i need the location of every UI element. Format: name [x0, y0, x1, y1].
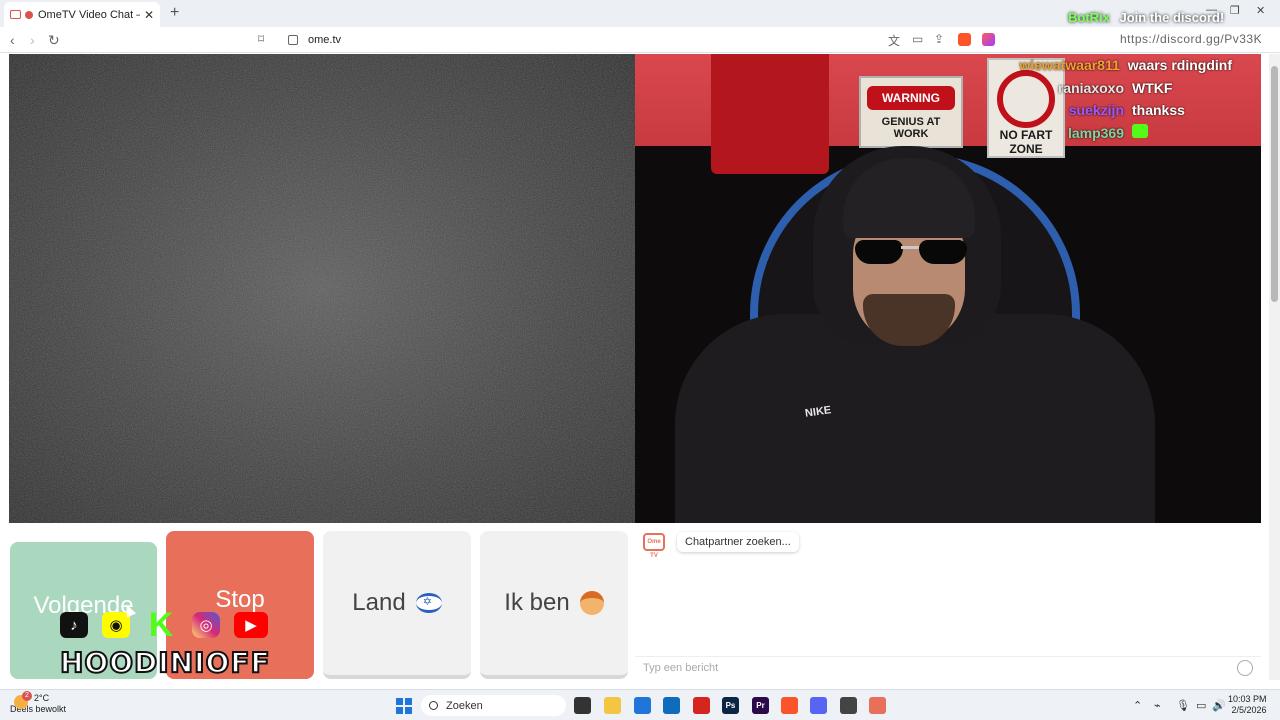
cast-icon[interactable]: ▭ [912, 32, 923, 46]
chat-username: suekzijn [1068, 102, 1124, 119]
back-icon[interactable]: ‹ [10, 32, 15, 48]
show-hidden-icons[interactable]: ⌃ [1133, 699, 1142, 712]
country-label: Land [352, 589, 406, 616]
start-icon[interactable] [396, 698, 412, 714]
brave-icon[interactable] [781, 697, 798, 714]
display-icon[interactable]: ▭ [1196, 699, 1206, 712]
bookmark-icon[interactable]: ⌑ [258, 32, 264, 46]
clock-date: 2/5/2026 [1231, 705, 1267, 715]
volume-icon[interactable]: 🔊 [1212, 699, 1226, 712]
weather-widget[interactable]: 2 2°C Deels bewolkt [10, 691, 66, 715]
message-input-bar [635, 656, 1261, 680]
chat-line: raniaxoxo WTKF [1019, 77, 1232, 100]
stream-chat-overlay: wiewatwaar811 waars rdingdinf raniaxoxo … [1019, 54, 1232, 144]
chat-username: lamp369 [1067, 124, 1124, 141]
task-view-icon[interactable] [574, 697, 591, 714]
emote-icon [1132, 124, 1148, 139]
discord-icon[interactable] [810, 697, 827, 714]
weather-badge: 2 [22, 691, 32, 701]
forward-icon[interactable]: › [30, 32, 35, 48]
message-input[interactable] [635, 657, 1225, 679]
youtube-icon: ▶ [234, 612, 268, 638]
chat-message: waars rdingdinf [1127, 57, 1232, 74]
address-bar: ‹ › ↻ ⌑ ome.tv 文 ▭ ⇪ [0, 27, 1280, 53]
tiktok-icon: ♪ [60, 612, 88, 638]
ometv-logo: Ome TV [643, 533, 665, 559]
close-tab-icon[interactable]: ✕ [144, 8, 154, 22]
chat-message: WTKF [1132, 79, 1173, 96]
recording-icon [25, 10, 33, 19]
photoshop-icon[interactable]: Ps [722, 697, 739, 714]
red-jersey [711, 54, 829, 174]
chat-panel: Ome TV Chatpartner zoeken... [635, 523, 1261, 680]
boy-emoji-icon [579, 591, 604, 615]
app-icon[interactable] [869, 697, 886, 714]
close-window-icon[interactable]: ✕ [1256, 4, 1265, 17]
chat-line: suekzijn thankss [1019, 99, 1232, 122]
search-icon [429, 701, 438, 710]
warning-sign: WARNING GENIUS AT WORK [859, 76, 963, 148]
brave-shields-icon[interactable] [958, 33, 971, 46]
sunglasses [855, 240, 967, 264]
store-icon[interactable] [634, 697, 651, 714]
ometv-favicon-icon [10, 10, 21, 19]
taskbar-search-label: Zoeken [446, 699, 483, 712]
discord-promo: BotRix Join the discord! [1068, 10, 1224, 25]
warning-sign-subtitle: GENIUS AT WORK [881, 116, 941, 140]
instagram-icon: ◎ [192, 612, 220, 638]
chat-username: raniaxoxo [1057, 79, 1124, 96]
social-links-overlay: ♪ ◉ K ◎ ▶ [60, 606, 268, 644]
new-tab-icon[interactable]: + [170, 4, 179, 22]
outlook-icon[interactable] [663, 697, 680, 714]
network-icon[interactable]: ⌁ [1154, 699, 1161, 712]
partner-video [9, 54, 635, 523]
gender-label: Ik ben [504, 589, 570, 616]
taskbar-clock[interactable]: 10:03 PM 2/5/2026 [1228, 694, 1267, 716]
discord-bot-name: BotRix [1068, 10, 1110, 25]
site-info-icon[interactable] [288, 35, 298, 45]
chat-line: wiewatwaar811 waars rdingdinf [1019, 54, 1232, 77]
browser-tab[interactable]: OmeTV Video Chat — Omeg ✕ [4, 2, 160, 27]
discord-url: https://discord.gg/Pv33K [1120, 32, 1263, 46]
scrollbar-thumb[interactable] [1271, 66, 1278, 302]
chat-status-message: Chatpartner zoeken... [677, 532, 799, 552]
chat-message: thankss [1132, 102, 1185, 119]
chat-username: wiewatwaar811 [1019, 57, 1120, 74]
clock-time: 10:03 PM [1228, 694, 1267, 704]
microphone-icon[interactable]: 🎙 [1176, 699, 1190, 712]
acrobat-icon[interactable] [693, 697, 710, 714]
maximize-icon[interactable]: ❐ [1230, 4, 1240, 17]
warning-sign-title: WARNING [867, 86, 955, 110]
discord-promo-text: Join the discord! [1119, 10, 1225, 25]
taskbar-search[interactable]: Zoeken [421, 695, 566, 716]
chat-line: lamp369 [1019, 122, 1232, 145]
obs-icon[interactable] [840, 697, 857, 714]
gender-select-button[interactable]: Ik ben [480, 531, 628, 679]
tab-title: OmeTV Video Chat — Omeg [38, 8, 140, 21]
url-text: ome.tv [308, 34, 342, 46]
chat-message [1132, 124, 1232, 141]
windows-taskbar: 2 2°C Deels bewolkt Zoeken Ps Pr ⌃ ⌁ 🎙 ▭… [0, 689, 1280, 720]
translate-icon[interactable]: 文 [888, 32, 900, 49]
brave-rewards-icon[interactable] [982, 33, 995, 46]
kick-icon: K [148, 605, 174, 644]
reload-icon[interactable]: ↻ [48, 32, 60, 49]
share-icon[interactable]: ⇪ [934, 32, 944, 46]
israel-flag-icon [415, 593, 442, 613]
streamer-brand: HOODINIOFF [59, 645, 271, 680]
country-select-button[interactable]: Land [323, 531, 471, 679]
emoji-icon[interactable] [1237, 660, 1253, 676]
page-scrollbar[interactable] [1269, 54, 1280, 680]
video-noise [9, 54, 635, 523]
file-explorer-icon[interactable] [604, 697, 621, 714]
premiere-icon[interactable]: Pr [752, 697, 769, 714]
